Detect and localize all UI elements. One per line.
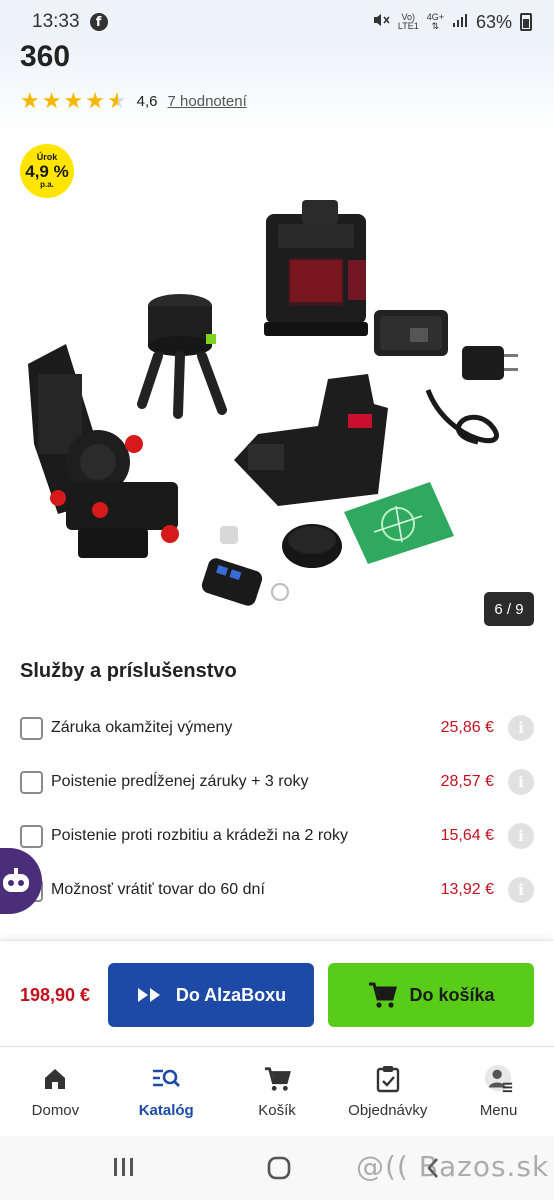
services-section: Služby a príslušenstvo Záruka okamžitej …: [0, 640, 554, 940]
alzabox-button[interactable]: Do AlzaBoxu: [108, 963, 314, 1027]
bottom-navigation: Domov Katalóg Košík Objednávky Menu: [0, 1046, 554, 1136]
service-row[interactable]: Možnosť vrátiť tovar do 60 dní 13,92 € i: [20, 874, 534, 906]
system-navigation-bar: @(( Bazos.sk: [0, 1136, 554, 1200]
star-icon: ★: [20, 88, 40, 113]
rating-value: 4,6: [136, 92, 158, 110]
nav-orders[interactable]: Objednávky: [332, 1047, 443, 1136]
velcro-roll: [282, 524, 342, 568]
service-label: Možnosť vrátiť tovar do 60 dní: [51, 881, 265, 898]
service-row[interactable]: Poistenie predĺženej záruky + 3 roky 28,…: [20, 766, 534, 798]
tripod-adapter: [137, 294, 227, 419]
product-price: 198,90 €: [20, 985, 91, 1005]
product-title: 360: [20, 40, 71, 73]
status-left: 13:33 f: [32, 11, 108, 33]
l-bracket: [234, 374, 388, 506]
signal-icon: [452, 12, 468, 33]
catalog-search-icon: [151, 1064, 181, 1094]
nav-label: Domov: [31, 1102, 80, 1119]
star-icon: ★: [85, 88, 105, 113]
cart-label: Do košíka: [409, 984, 495, 1005]
nav-label: Menu: [479, 1102, 518, 1119]
product-header: 360 ★ ★ ★ ★ ★ 4,6 7 hodnotení Úrok 4,9 %…: [0, 40, 554, 640]
battery-pack: [374, 310, 448, 356]
nav-catalog[interactable]: Katalóg: [111, 1047, 222, 1136]
service-label: Záruka okamžitej výmeny: [51, 719, 233, 736]
recents-icon: [114, 1158, 133, 1176]
service-row[interactable]: Záruka okamžitej výmeny 25,86 € i: [20, 712, 534, 744]
nav-label: Košík: [258, 1102, 296, 1119]
battery-icon: [520, 13, 532, 31]
service-checkbox[interactable]: [20, 716, 43, 740]
home-circle-icon: [267, 1156, 291, 1180]
watermark: @(( Bazos.sk: [356, 1150, 550, 1183]
orders-icon: [373, 1064, 403, 1094]
product-image[interactable]: [18, 194, 538, 614]
service-checkbox[interactable]: [20, 824, 43, 848]
badge-line1: Úrok: [36, 152, 58, 162]
recents-button[interactable]: [112, 1156, 136, 1178]
service-checkbox[interactable]: [20, 770, 43, 794]
info-icon[interactable]: i: [508, 877, 534, 903]
image-pager: 6 / 9: [484, 592, 534, 626]
user-menu-icon: [484, 1064, 514, 1094]
purchase-bar: 198,90 € Do AlzaBoxu Do košíka: [0, 940, 554, 1046]
interest-rate-badge: Úrok 4,9 % p.a.: [20, 144, 74, 198]
info-icon[interactable]: i: [508, 823, 534, 849]
badge-line2: 4,9 %: [25, 162, 69, 181]
status-bar: 13:33 f Vo) LTE1 4G+ ⇅ 63%: [0, 0, 554, 44]
status-time: 13:33: [32, 11, 80, 32]
star-icon: ★: [63, 88, 84, 113]
add-to-cart-button[interactable]: Do košíka: [328, 963, 534, 1027]
nav-home[interactable]: Domov: [0, 1047, 111, 1136]
nav-label: Katalóg: [138, 1102, 194, 1119]
half-star-icon: ★: [106, 88, 127, 113]
service-price: 13,92 €: [440, 881, 494, 898]
service-price: 15,64 €: [440, 827, 494, 844]
facebook-icon: f: [89, 13, 108, 31]
service-label: Poistenie proti rozbitiu a krádeži na 2 …: [51, 827, 349, 844]
laser-level-unit: [264, 200, 368, 336]
alzabox-label: Do AlzaBoxu: [175, 984, 287, 1005]
reviews-link[interactable]: 7 hodnotení: [168, 93, 247, 110]
info-icon[interactable]: i: [508, 769, 534, 795]
home-system-button[interactable]: [266, 1156, 292, 1180]
chatbot-icon: [3, 868, 29, 892]
badge-line3: p.a.: [40, 180, 54, 189]
service-price: 28,57 €: [440, 773, 494, 790]
battery-percent: 63%: [475, 11, 512, 32]
volte-indicator: Vo) LTE1: [398, 13, 419, 31]
mute-icon: [372, 11, 390, 34]
service-row[interactable]: Poistenie proti rozbitiu a krádeži na 2 …: [20, 820, 534, 852]
home-icon: [40, 1064, 70, 1094]
nav-menu[interactable]: Menu: [443, 1047, 554, 1136]
network-gen-icon: 4G+ ⇅: [426, 12, 444, 31]
charger: [462, 346, 518, 380]
fast-forward-icon: [137, 988, 160, 1002]
star-icon: ★: [41, 88, 62, 113]
services-heading: Služby a príslušenstvo: [20, 660, 237, 682]
product-rating[interactable]: ★ ★ ★ ★ ★ 4,6 7 hodnotení: [20, 90, 247, 112]
service-price: 25,86 €: [440, 719, 494, 736]
cart-icon: [369, 982, 398, 1008]
remote-control: [201, 558, 289, 606]
volte-bottom: LTE1: [397, 21, 419, 31]
network-gen-label: 4G+: [426, 12, 444, 22]
cart-icon: [262, 1064, 292, 1094]
nav-cart[interactable]: Košík: [222, 1047, 333, 1136]
status-right: Vo) LTE1 4G+ ⇅ 63%: [372, 11, 532, 34]
info-icon[interactable]: i: [508, 715, 534, 741]
service-label: Poistenie predĺženej záruky + 3 roky: [51, 773, 309, 790]
nav-label: Objednávky: [348, 1102, 428, 1119]
